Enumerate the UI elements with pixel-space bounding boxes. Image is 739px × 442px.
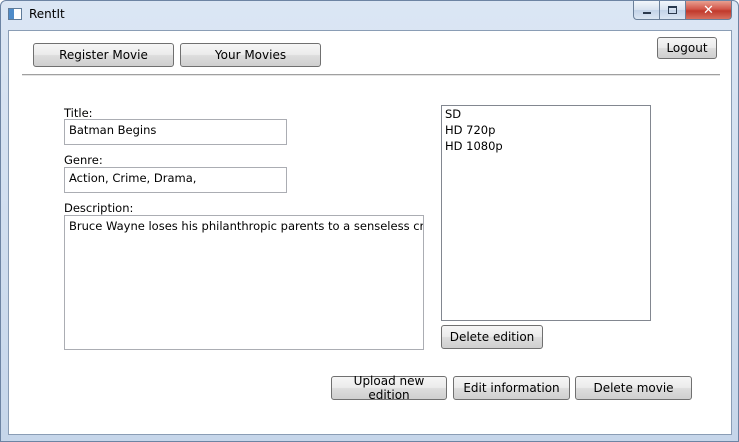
title-label: Title: xyxy=(64,106,93,120)
close-icon: ✕ xyxy=(703,2,714,18)
list-item[interactable]: HD 1080p xyxy=(442,138,650,154)
genre-label: Genre: xyxy=(64,153,103,167)
app-window: RentIt ✕ Register Movie Your Movies Logo… xyxy=(0,0,739,442)
minimize-icon xyxy=(642,12,651,14)
nav-divider xyxy=(22,74,720,76)
minimize-button[interactable] xyxy=(633,1,660,20)
genre-input[interactable]: Action, Crime, Drama, xyxy=(64,167,287,193)
caption-buttons: ✕ xyxy=(633,1,732,21)
register-movie-button[interactable]: Register Movie xyxy=(33,43,174,67)
app-window-icon[interactable] xyxy=(8,8,22,20)
maximize-button[interactable] xyxy=(660,1,686,20)
upload-new-edition-button[interactable]: Upload new edition xyxy=(331,374,447,402)
close-button[interactable]: ✕ xyxy=(686,1,732,20)
logout-button[interactable]: Logout xyxy=(657,37,717,59)
delete-edition-button[interactable]: Delete edition xyxy=(441,325,543,349)
description-textarea[interactable]: Bruce Wayne loses his philanthropic pare… xyxy=(64,215,424,350)
title-bar[interactable]: RentIt ✕ xyxy=(1,1,738,27)
maximize-icon xyxy=(668,6,677,14)
edit-information-button[interactable]: Edit information xyxy=(453,376,570,400)
list-item[interactable]: SD xyxy=(442,106,650,122)
description-label: Description: xyxy=(64,201,134,215)
editions-listbox[interactable]: SD HD 720p HD 1080p xyxy=(441,105,651,321)
client-area: Register Movie Your Movies Logout Title:… xyxy=(8,30,732,435)
window-title: RentIt xyxy=(29,7,65,21)
your-movies-button[interactable]: Your Movies xyxy=(180,43,321,67)
title-input[interactable]: Batman Begins xyxy=(64,119,287,145)
delete-movie-button[interactable]: Delete movie xyxy=(575,376,692,400)
list-item[interactable]: HD 720p xyxy=(442,122,650,138)
